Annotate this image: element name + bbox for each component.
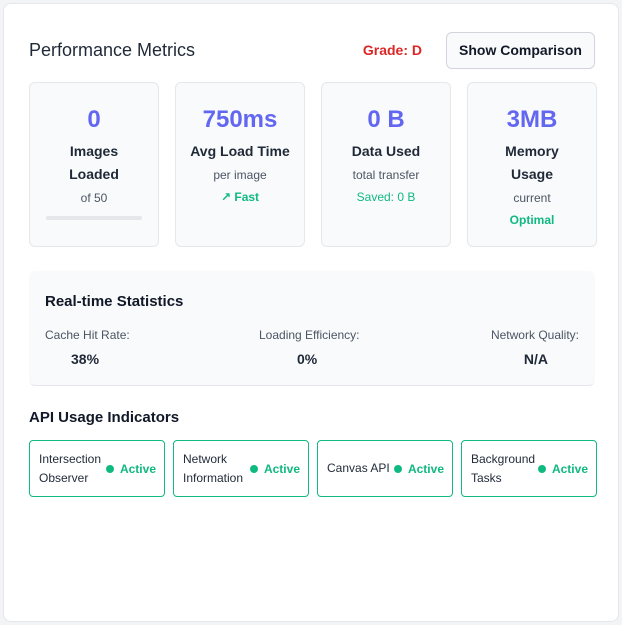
images-progress-bar	[46, 216, 142, 220]
api-status-label: Active	[407, 461, 444, 476]
status-dot-icon	[537, 464, 546, 473]
cache-hit-rate-label: Cache Hit Rate:	[45, 328, 130, 342]
metrics-grid: 0 Images Loaded of 50 750ms Avg Load Tim…	[29, 82, 597, 247]
api-status: Active	[105, 461, 156, 476]
status-dot-icon	[105, 464, 114, 473]
api-name: Network Information	[183, 451, 244, 485]
show-comparison-button[interactable]: Show Comparison	[446, 31, 595, 69]
metric-value: 3MB	[506, 106, 558, 133]
metric-sub: current	[513, 191, 551, 205]
api-status: Active	[249, 461, 300, 476]
api-item-canvas-api: Canvas API Active	[317, 440, 453, 497]
metric-label: Images Loaded	[69, 143, 119, 182]
api-status-label: Active	[551, 461, 588, 476]
metric-images-loaded: 0 Images Loaded of 50	[29, 82, 159, 247]
metric-sub: of 50	[80, 191, 108, 205]
metric-sub: per image	[213, 168, 267, 182]
api-status: Active	[393, 461, 444, 476]
status-dot-icon	[393, 464, 402, 473]
grade-badge: Grade: D	[362, 42, 422, 58]
metric-note: Optimal	[509, 213, 555, 227]
card-title: Performance Metrics	[29, 39, 196, 60]
metric-note: Saved: 0 B	[356, 190, 416, 204]
performance-metrics-card: Performance Metrics Grade: D Show Compar…	[3, 3, 619, 622]
metric-memory-usage: 3MB Memory Usage current Optimal	[467, 82, 597, 247]
network-quality-label: Network Quality:	[490, 328, 579, 342]
metric-value: 0 B	[367, 106, 405, 133]
metric-note: ↗ Fast	[220, 190, 260, 204]
loading-efficiency-value: 0%	[297, 351, 318, 367]
metric-value: 750ms	[202, 106, 278, 133]
api-item-intersection-observer: Intersection Observer Active	[29, 440, 165, 497]
metric-label: Memory Usage	[505, 143, 559, 182]
metric-data-used: 0 B Data Used total transfer Saved: 0 B	[321, 82, 451, 247]
metric-sub: total transfer	[352, 168, 420, 182]
api-item-background-tasks: Background Tasks Active	[461, 440, 597, 497]
api-usage-title: API Usage Indicators	[29, 409, 180, 426]
realtime-statistics-title: Real-time Statistics	[45, 293, 184, 310]
api-item-network-information: Network Information Active	[173, 440, 309, 497]
network-quality-value: N/A	[523, 351, 548, 367]
metric-value: 0	[87, 106, 101, 133]
loading-efficiency-label: Loading Efficiency:	[259, 328, 360, 342]
api-status: Active	[537, 461, 588, 476]
api-name: Canvas API	[327, 461, 390, 475]
status-dot-icon	[249, 464, 258, 473]
api-name: Intersection Observer	[39, 451, 102, 485]
metric-avg-load-time: 750ms Avg Load Time per image ↗ Fast	[175, 82, 305, 247]
cache-hit-rate-value: 38%	[71, 351, 100, 367]
api-name: Background Tasks	[471, 451, 536, 485]
metric-label: Data Used	[351, 143, 421, 159]
api-usage-list: Intersection Observer Active Network Inf…	[29, 440, 597, 497]
realtime-statistics-panel: Real-time Statistics Cache Hit Rate: 38%…	[29, 271, 595, 386]
card-header: Performance Metrics Grade: D Show Compar…	[29, 31, 595, 69]
api-status-label: Active	[263, 461, 300, 476]
metric-label: Avg Load Time	[190, 143, 290, 159]
api-status-label: Active	[119, 461, 156, 476]
